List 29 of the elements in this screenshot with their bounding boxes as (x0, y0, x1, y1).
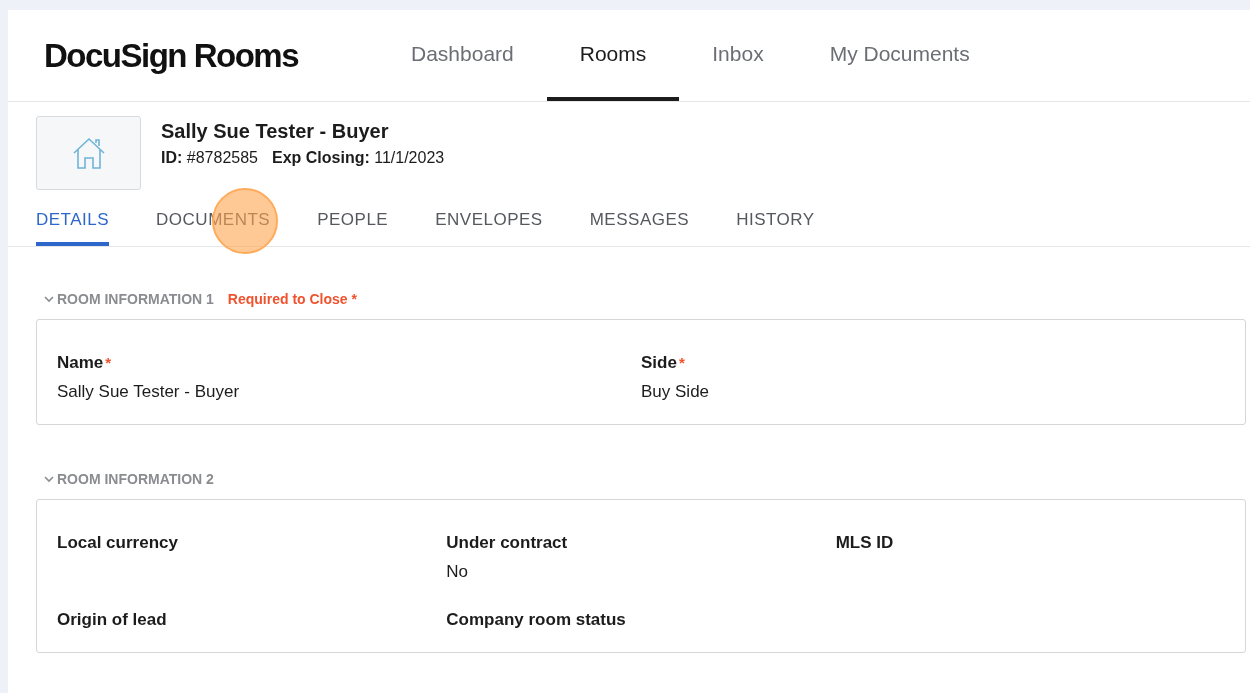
room-title: Sally Sue Tester - Buyer (161, 120, 390, 143)
chevron-icon[interactable] (44, 475, 54, 483)
field-value: No (446, 562, 470, 582)
nav-tab[interactable]: Inbox (679, 10, 797, 101)
room-tab[interactable]: ENVELOPES (435, 210, 543, 246)
required-note: Required to Close * (227, 291, 357, 307)
chevron-icon[interactable] (44, 295, 54, 303)
room-tab[interactable]: PEOPLE (317, 210, 389, 246)
room-id: ID: #8782585 (161, 149, 258, 167)
section-title[interactable]: ROOM INFORMATION 2 (57, 471, 214, 487)
field-label: Under contract (446, 533, 569, 553)
field-label: Side* (641, 353, 686, 373)
expected-closing: Exp Closing: 11/1/2023 (271, 149, 445, 167)
section-title[interactable]: ROOM INFORMATION 1 (57, 291, 214, 307)
app-logo: DocuSign Rooms (43, 36, 300, 75)
field-value: Buy Side (641, 382, 711, 402)
field-label: Name* (57, 353, 113, 373)
nav-tab[interactable]: Dashboard (378, 10, 547, 101)
field-label: Local currency (57, 533, 179, 553)
field-label: Company room status (446, 610, 627, 630)
room-tab[interactable]: MESSAGES (589, 210, 690, 246)
field-label: MLS ID (835, 533, 895, 553)
nav-tab[interactable]: My Documents (796, 10, 1003, 101)
nav-tab[interactable]: Rooms (546, 10, 680, 101)
house-icon (36, 116, 141, 190)
room-tab[interactable]: HISTORY (736, 210, 815, 246)
room-tab[interactable]: DETAILS (36, 210, 110, 246)
field-value: Sally Sue Tester - Buyer (57, 382, 241, 402)
field-label: Origin of lead (57, 610, 168, 630)
